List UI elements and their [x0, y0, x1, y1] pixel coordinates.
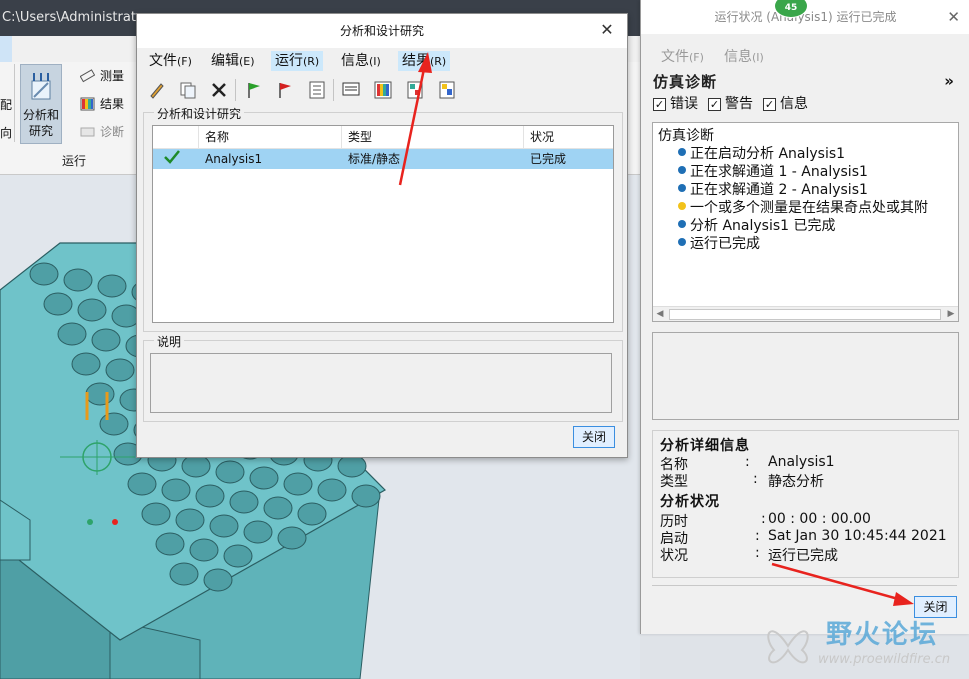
red-arrow-close — [771, 562, 914, 606]
red-arrow-results — [398, 52, 432, 186]
watermark-text: 野火论坛 — [826, 620, 939, 650]
annotation-arrows — [398, 52, 914, 606]
watermark: 野火论坛 www.proewildfire.cn — [760, 612, 969, 679]
watermark-url: www.proewildfire.cn — [818, 652, 951, 667]
butterfly-logo-icon — [767, 630, 809, 664]
